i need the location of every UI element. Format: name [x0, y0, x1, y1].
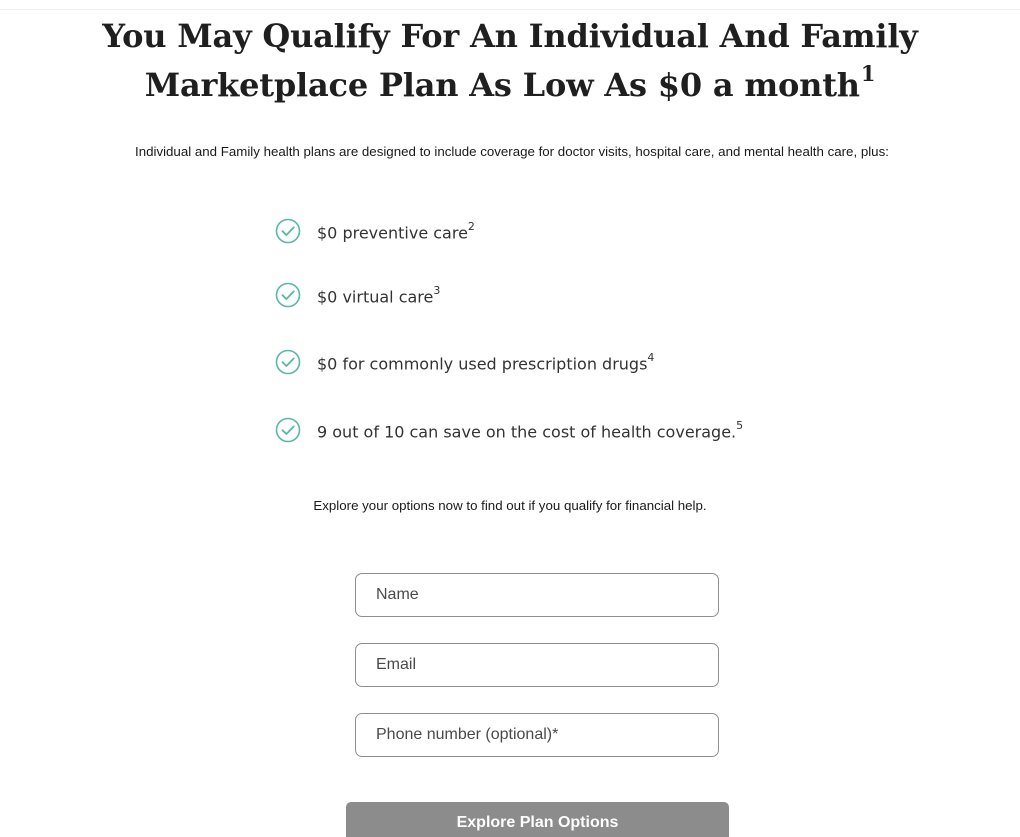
benefit-label: $0 preventive care — [317, 223, 468, 243]
check-circle-icon — [275, 417, 301, 443]
benefit-footnote: 2 — [467, 220, 475, 233]
title-footnote: 1 — [860, 61, 876, 87]
page-title-line-2-text: Marketplace Plan As Low As $0 a month — [144, 66, 860, 104]
benefit-footnote: 5 — [736, 419, 744, 432]
benefit-label: 9 out of 10 can save on the cost of heal… — [317, 422, 737, 442]
benefit-label: $0 virtual care — [317, 287, 434, 307]
benefit-text: $0 for commonly used prescription drugs4 — [317, 351, 655, 374]
benefit-text: $0 virtual care3 — [317, 284, 441, 307]
page-title: You May Qualify For An Individual And Fa… — [0, 12, 1020, 110]
check-circle-icon — [275, 218, 301, 244]
financial-help-prompt: Explore your options now to find out if … — [313, 498, 707, 513]
email-input[interactable] — [355, 643, 719, 687]
top-divider — [0, 9, 1020, 10]
benefit-text: 9 out of 10 can save on the cost of heal… — [317, 419, 744, 442]
benefit-footnote: 4 — [647, 351, 655, 364]
benefit-label: $0 for commonly used prescription drugs — [317, 354, 648, 374]
page-title-line-1: You May Qualify For An Individual And Fa… — [102, 17, 918, 55]
benefit-text: $0 preventive care2 — [317, 220, 475, 243]
name-input[interactable] — [355, 573, 719, 617]
phone-input[interactable] — [355, 713, 719, 757]
check-circle-icon — [275, 349, 301, 375]
benefit-footnote: 3 — [433, 284, 441, 297]
explore-plan-options-button[interactable]: Explore Plan Options — [346, 802, 729, 837]
check-circle-icon — [275, 282, 301, 308]
intro-text: Individual and Family health plans are d… — [135, 144, 889, 159]
page-title-line-2: Marketplace Plan As Low As $0 a month1 — [0, 61, 1020, 110]
